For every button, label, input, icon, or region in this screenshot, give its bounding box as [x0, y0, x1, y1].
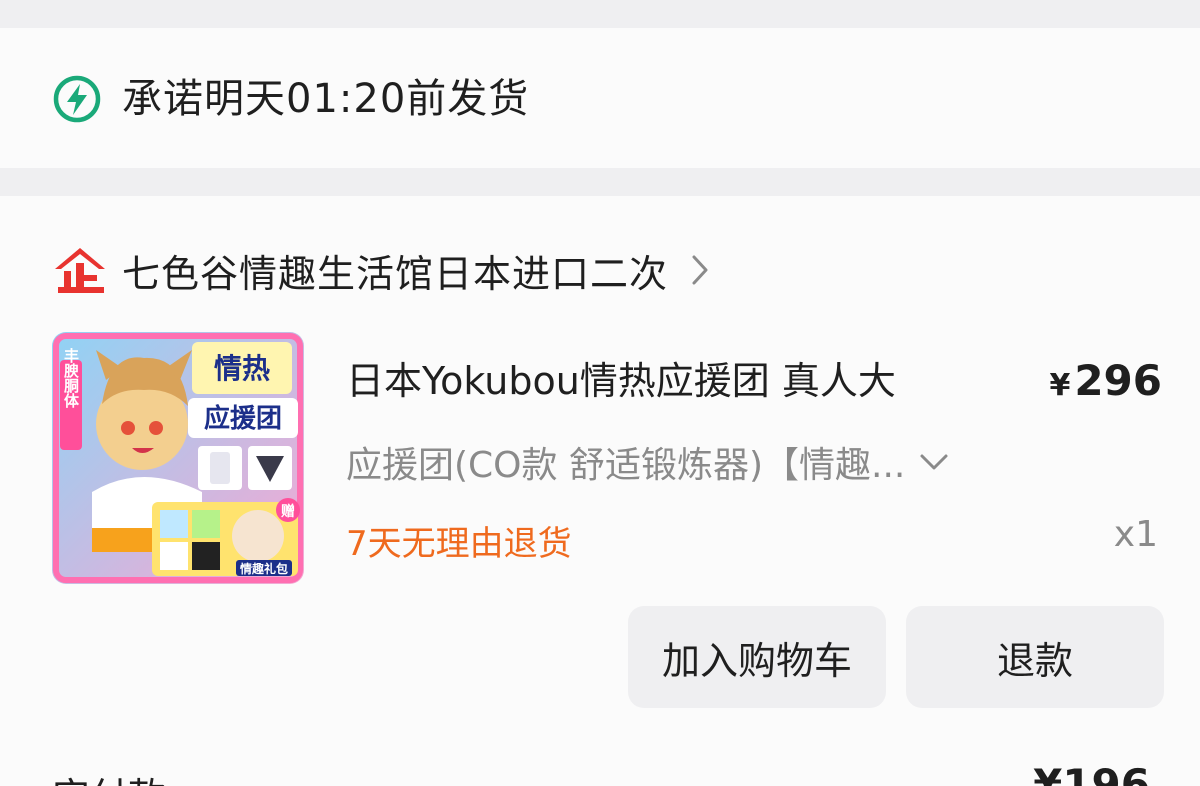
order-detail-page: 承诺明天01:20前发货 七色谷情趣生活馆日本进口二次 情热 应援团 丰腴胴体 …	[0, 0, 1200, 786]
return-policy-tag: 7天无理由退货	[346, 524, 572, 564]
payment-value: ¥196	[1033, 760, 1150, 786]
order-card: 七色谷情趣生活馆日本进口二次 情热 应援团 丰腴胴体 赠 情趣礼包 日本Yoku…	[0, 196, 1200, 786]
thumbnail-heading-1: 情热	[214, 352, 270, 385]
refund-button[interactable]: 退款	[906, 606, 1164, 708]
add-to-cart-button[interactable]: 加入购物车	[628, 606, 886, 708]
chevron-down-icon	[920, 454, 948, 470]
thumbnail-gift-pack-label: 情趣礼包	[240, 561, 288, 576]
sku-selector[interactable]: 应援团(CO款 舒适锻炼器)【情趣...	[346, 438, 949, 486]
payment-label: 实付款	[52, 766, 166, 786]
shipping-promise-card: 承诺明天01:20前发货	[0, 28, 1200, 168]
price-value: 296	[1074, 356, 1162, 405]
thumbnail-side-text: 丰腴胴体	[62, 347, 80, 409]
thumbnail-gift-badge: 赠	[281, 503, 295, 520]
currency-symbol: ¥	[1049, 368, 1071, 403]
quantity: x1	[1113, 514, 1158, 555]
shop-name: 七色谷情趣生活馆日本进口二次	[122, 251, 669, 296]
thumbnail-heading-2: 应援团	[204, 403, 282, 434]
product-title[interactable]: 日本Yokubou情热应援团 真人大	[346, 356, 896, 406]
shipping-promise-text: 承诺明天01:20前发货	[122, 76, 530, 122]
enterprise-badge-icon	[55, 248, 105, 293]
top-gap	[0, 0, 1200, 28]
product-price: ¥296	[1049, 356, 1162, 411]
chevron-right-icon	[692, 255, 708, 285]
sku-text: 应援团(CO款 舒适锻炼器)【情趣...	[346, 445, 906, 486]
lightning-bolt-icon	[53, 75, 101, 123]
shop-header[interactable]: 七色谷情趣生活馆日本进口二次	[52, 242, 710, 298]
product-thumbnail[interactable]: 情热 应援团 丰腴胴体 赠 情趣礼包	[52, 332, 304, 584]
